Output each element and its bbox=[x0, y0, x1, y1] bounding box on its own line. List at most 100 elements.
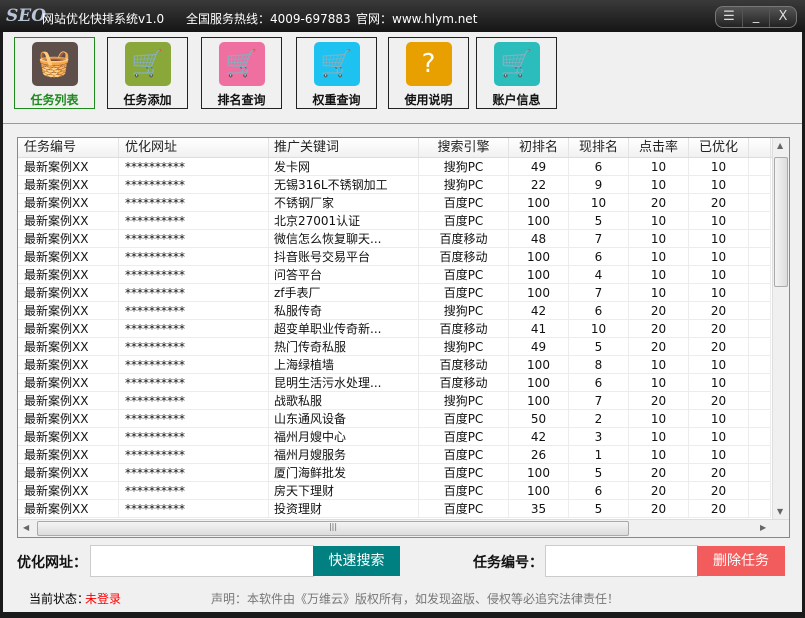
table-row[interactable]: 最新案例XX ********** 上海绿植墙 百度移动 100 8 10 10 bbox=[18, 356, 789, 374]
col-click-rate[interactable]: 点击率 bbox=[629, 138, 689, 157]
cell-click-rate: 10 bbox=[629, 374, 689, 392]
vertical-scrollbar[interactable]: ▲ ▼ bbox=[772, 138, 789, 519]
toolbar-button-6[interactable]: 🛒 账户信息 bbox=[476, 37, 557, 109]
cell-click-rate: 10 bbox=[629, 446, 689, 464]
cell-keyword: 发卡网 bbox=[269, 158, 419, 176]
toolbar-button-1[interactable]: 🧺 任务列表 bbox=[14, 37, 95, 109]
cell-initial-rank: 100 bbox=[509, 392, 569, 410]
cell-url: ********** bbox=[119, 176, 269, 194]
cell-optimized: 10 bbox=[689, 428, 749, 446]
toolbar-button-2[interactable]: 🛒 任务添加 bbox=[107, 37, 188, 109]
cart-list-icon: 🛒 bbox=[493, 42, 540, 86]
cell-keyword: 无锡316L不锈钢加工 bbox=[269, 176, 419, 194]
cell-task-id: 最新案例XX bbox=[18, 356, 119, 374]
cell-click-rate: 10 bbox=[629, 266, 689, 284]
url-input[interactable] bbox=[90, 545, 314, 577]
cell-current-rank: 10 bbox=[569, 320, 629, 338]
cell-optimized: 20 bbox=[689, 338, 749, 356]
table-row[interactable]: 最新案例XX ********** 抖音账号交易平台 百度移动 100 6 10 10 bbox=[18, 248, 789, 266]
table-row[interactable]: 最新案例XX ********** 无锡316L不锈钢加工 搜狗PC 22 9 10 10 bbox=[18, 176, 789, 194]
minimize-button[interactable]: _ bbox=[743, 7, 770, 27]
cell-current-rank: 5 bbox=[569, 212, 629, 230]
cell-click-rate: 20 bbox=[629, 194, 689, 212]
table-row[interactable]: 最新案例XX ********** 私服传奇 搜狗PC 42 6 20 20 bbox=[18, 302, 789, 320]
col-keyword[interactable]: 推广关键词 bbox=[269, 138, 419, 157]
menu-icon[interactable]: ☰ bbox=[716, 7, 743, 27]
seo-logo: SEO bbox=[6, 6, 47, 26]
table-row[interactable]: 最新案例XX ********** zf手表厂 百度PC 100 7 10 10 bbox=[18, 284, 789, 302]
cell-url: ********** bbox=[119, 194, 269, 212]
cell-url: ********** bbox=[119, 212, 269, 230]
cell-engine: 百度PC bbox=[419, 482, 509, 500]
basket-icon: 🧺 bbox=[31, 42, 78, 86]
cell-engine: 百度PC bbox=[419, 194, 509, 212]
col-optimized[interactable]: 已优化 bbox=[689, 138, 749, 157]
table-row[interactable]: 最新案例XX ********** 山东通风设备 百度PC 50 2 10 10 bbox=[18, 410, 789, 428]
cell-click-rate: 10 bbox=[629, 284, 689, 302]
cell-blank bbox=[749, 500, 771, 518]
cell-optimized: 10 bbox=[689, 266, 749, 284]
table-row[interactable]: 最新案例XX ********** 房天下理财 百度PC 100 6 20 20 bbox=[18, 482, 789, 500]
quick-search-button[interactable]: 快速搜索 bbox=[313, 546, 400, 576]
cell-current-rank: 10 bbox=[569, 194, 629, 212]
col-url[interactable]: 优化网址 bbox=[119, 138, 269, 157]
cell-keyword: 投资理财 bbox=[269, 500, 419, 518]
table-row[interactable]: 最新案例XX ********** 昆明生活污水处理... 百度移动 100 6 10 10 bbox=[18, 374, 789, 392]
table-row[interactable]: 最新案例XX ********** 热门传奇私服 搜狗PC 49 5 20 20 bbox=[18, 338, 789, 356]
cell-current-rank: 7 bbox=[569, 284, 629, 302]
scroll-down-icon[interactable]: ▼ bbox=[777, 507, 783, 516]
table-header: 任务编号 优化网址 推广关键词 搜索引擎 初排名 现排名 点击率 已优化 bbox=[18, 138, 789, 158]
cell-optimized: 10 bbox=[689, 176, 749, 194]
toolbar-button-5[interactable]: ? 使用说明 bbox=[388, 37, 469, 109]
table-row[interactable]: 最新案例XX ********** 福州月嫂中心 百度PC 42 3 10 10 bbox=[18, 428, 789, 446]
cell-current-rank: 5 bbox=[569, 338, 629, 356]
delete-task-button[interactable]: 删除任务 bbox=[697, 546, 785, 576]
table-row[interactable]: 最新案例XX ********** 厦门海鲜批发 百度PC 100 5 20 20 bbox=[18, 464, 789, 482]
cell-current-rank: 3 bbox=[569, 428, 629, 446]
toolbar-button-3[interactable]: 🛒 排名查询 bbox=[201, 37, 282, 109]
vertical-scroll-thumb[interactable] bbox=[774, 157, 788, 287]
cell-url: ********** bbox=[119, 284, 269, 302]
cell-optimized: 10 bbox=[689, 446, 749, 464]
cell-url: ********** bbox=[119, 410, 269, 428]
cell-task-id: 最新案例XX bbox=[18, 284, 119, 302]
scroll-right-icon[interactable]: ▶ bbox=[760, 523, 766, 532]
cell-url: ********** bbox=[119, 158, 269, 176]
horizontal-scroll-thumb[interactable]: ||| bbox=[37, 521, 629, 536]
table-row[interactable]: 最新案例XX ********** 北京27001认证 百度PC 100 5 10 10 bbox=[18, 212, 789, 230]
cell-keyword: 战歌私服 bbox=[269, 392, 419, 410]
close-button[interactable]: X bbox=[770, 7, 796, 27]
cell-task-id: 最新案例XX bbox=[18, 482, 119, 500]
col-engine[interactable]: 搜索引擎 bbox=[419, 138, 509, 157]
cell-blank bbox=[749, 212, 771, 230]
cell-initial-rank: 100 bbox=[509, 482, 569, 500]
col-task-id[interactable]: 任务编号 bbox=[18, 138, 119, 157]
table-row[interactable]: 最新案例XX ********** 超变单职业传奇新... 百度移动 41 10 20 20 bbox=[18, 320, 789, 338]
scroll-up-icon[interactable]: ▲ bbox=[777, 141, 783, 150]
table-row[interactable]: 最新案例XX ********** 微信怎么恢复聊天... 百度移动 48 7 10 10 bbox=[18, 230, 789, 248]
title-bar: SEO 网站优化快排系统v1.0 全国服务热线：4009-697883 官网：w… bbox=[0, 0, 805, 32]
table-row[interactable]: 最新案例XX ********** 投资理财 百度PC 35 5 20 20 bbox=[18, 500, 789, 518]
table-row[interactable]: 最新案例XX ********** 不锈钢厂家 百度PC 100 10 20 20 bbox=[18, 194, 789, 212]
toolbar-button-4[interactable]: 🛒 权重查询 bbox=[296, 37, 377, 109]
table-row[interactable]: 最新案例XX ********** 福州月嫂服务 百度PC 26 1 10 10 bbox=[18, 446, 789, 464]
status-value: 未登录 bbox=[85, 592, 122, 606]
cell-click-rate: 20 bbox=[629, 320, 689, 338]
cell-optimized: 20 bbox=[689, 194, 749, 212]
table-row[interactable]: 最新案例XX ********** 发卡网 搜狗PC 49 6 10 10 bbox=[18, 158, 789, 176]
cell-initial-rank: 42 bbox=[509, 428, 569, 446]
table-row[interactable]: 最新案例XX ********** 问答平台 百度PC 100 4 10 10 bbox=[18, 266, 789, 284]
horizontal-scrollbar[interactable]: ◀ ||| ▶ bbox=[18, 519, 789, 537]
col-initial-rank[interactable]: 初排名 bbox=[509, 138, 569, 157]
task-id-input[interactable] bbox=[545, 545, 698, 577]
cell-keyword: 问答平台 bbox=[269, 266, 419, 284]
cell-engine: 搜狗PC bbox=[419, 302, 509, 320]
cell-initial-rank: 100 bbox=[509, 356, 569, 374]
cell-engine: 百度PC bbox=[419, 446, 509, 464]
cell-initial-rank: 35 bbox=[509, 500, 569, 518]
table-row[interactable]: 最新案例XX ********** 战歌私服 搜狗PC 100 7 20 20 bbox=[18, 392, 789, 410]
cell-click-rate: 10 bbox=[629, 212, 689, 230]
col-current-rank[interactable]: 现排名 bbox=[569, 138, 629, 157]
scroll-left-icon[interactable]: ◀ bbox=[23, 523, 29, 532]
cell-url: ********** bbox=[119, 356, 269, 374]
